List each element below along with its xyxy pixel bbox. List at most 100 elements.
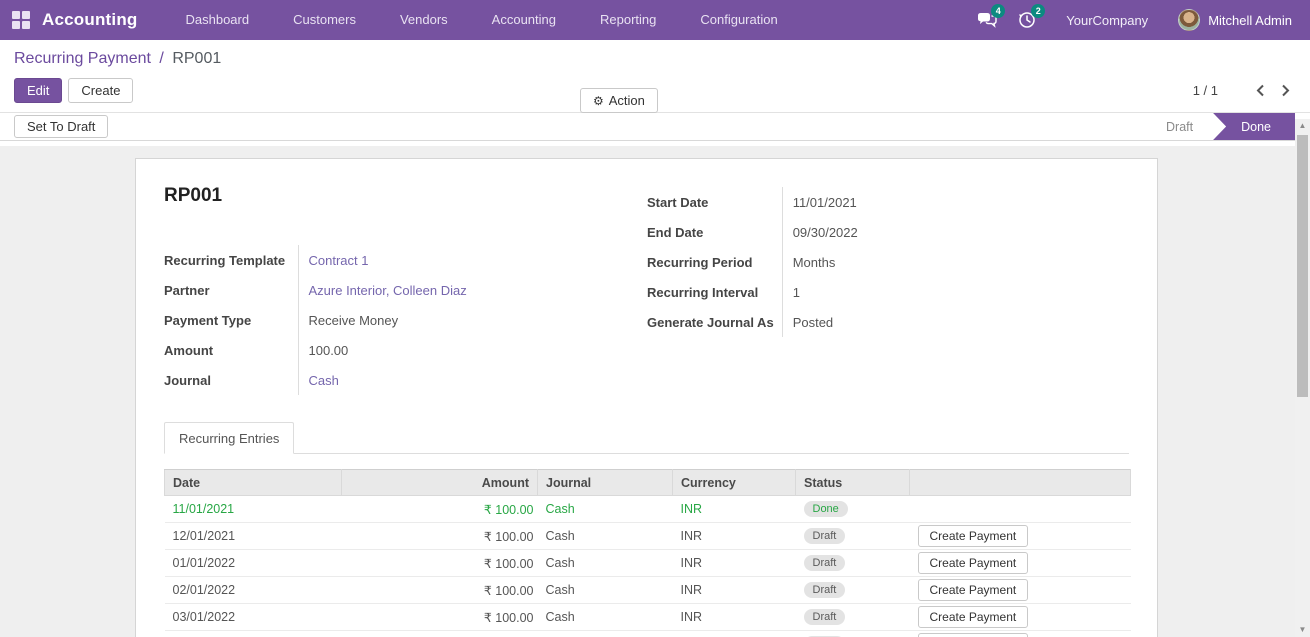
field-value-generate-journal-as: Posted: [782, 307, 858, 337]
table-row[interactable]: 03/01/2022 ₹ 100.00 Cash INR Draft Creat…: [165, 604, 1131, 631]
table-row[interactable]: 12/01/2021 ₹ 100.00 Cash INR Draft Creat…: [165, 523, 1131, 550]
chevron-right-icon: [1281, 84, 1290, 97]
cell-date[interactable]: 12/01/2021: [165, 523, 342, 550]
field-label-journal: Journal: [164, 365, 298, 395]
field-label-payment-type: Payment Type: [164, 305, 298, 335]
cell-currency[interactable]: INR: [673, 523, 796, 550]
cell-amount[interactable]: ₹ 100.00: [342, 577, 538, 604]
cell-amount[interactable]: ₹ 100.00: [342, 550, 538, 577]
pager-previous-button[interactable]: [1256, 84, 1265, 97]
cell-amount[interactable]: ₹ 100.00: [342, 496, 538, 523]
field-value-partner[interactable]: Azure Interior, Colleen Diaz: [309, 283, 467, 298]
cell-journal[interactable]: Cash: [538, 631, 673, 637]
nav-item-accounting[interactable]: Accounting: [470, 0, 578, 40]
stage-done: Done: [1213, 113, 1295, 140]
create-payment-button[interactable]: Create Payment: [918, 525, 1029, 547]
nav-item-dashboard[interactable]: Dashboard: [164, 0, 272, 40]
cell-status: Draft: [796, 631, 910, 637]
stage-draft[interactable]: Draft: [1146, 113, 1213, 140]
action-menu-button[interactable]: ⚙ Action: [580, 88, 658, 113]
nav-item-reporting[interactable]: Reporting: [578, 0, 678, 40]
status-badge: Done: [804, 501, 848, 517]
field-value-amount: 100.00: [298, 335, 467, 365]
field-label-partner: Partner: [164, 275, 298, 305]
set-to-draft-button[interactable]: Set To Draft: [14, 115, 108, 138]
nav-item-customers[interactable]: Customers: [271, 0, 378, 40]
cell-journal[interactable]: Cash: [538, 577, 673, 604]
cell-status: Draft: [796, 577, 910, 604]
vertical-scrollbar[interactable]: ▲ ▼: [1295, 119, 1310, 637]
column-header-status[interactable]: Status: [796, 470, 910, 496]
cell-date[interactable]: 01/01/2022: [165, 550, 342, 577]
create-payment-button[interactable]: Create Payment: [918, 552, 1029, 574]
field-label-start-date: Start Date: [647, 187, 782, 217]
edit-button[interactable]: Edit: [14, 78, 62, 103]
top-navbar: Accounting Dashboard Customers Vendors A…: [0, 0, 1310, 40]
cell-date[interactable]: 02/01/2022: [165, 577, 342, 604]
apps-grid-icon[interactable]: [12, 11, 30, 29]
scrollbar-down-arrow-icon[interactable]: ▼: [1295, 623, 1310, 637]
column-header-date[interactable]: Date: [165, 470, 342, 496]
status-badge: Draft: [804, 582, 846, 598]
user-avatar[interactable]: [1178, 9, 1200, 31]
create-payment-button[interactable]: Create Payment: [918, 633, 1029, 637]
scrollbar-thumb[interactable]: [1297, 135, 1308, 397]
cell-journal[interactable]: Cash: [538, 496, 673, 523]
breadcrumb-parent-link[interactable]: Recurring Payment: [14, 50, 151, 67]
cell-amount[interactable]: ₹ 100.00: [342, 631, 538, 637]
table-row[interactable]: 04/01/2022 ₹ 100.00 Cash INR Draft Creat…: [165, 631, 1131, 637]
cell-status: Draft: [796, 550, 910, 577]
cell-date[interactable]: 04/01/2022: [165, 631, 342, 637]
activities-icon[interactable]: 2: [1016, 9, 1038, 31]
table-row[interactable]: 02/01/2022 ₹ 100.00 Cash INR Draft Creat…: [165, 577, 1131, 604]
column-header-currency[interactable]: Currency: [673, 470, 796, 496]
cell-amount[interactable]: ₹ 100.00: [342, 523, 538, 550]
notebook-tabs: Recurring Entries: [164, 421, 1129, 454]
cell-action: Create Payment: [910, 550, 1131, 577]
create-payment-button[interactable]: Create Payment: [918, 579, 1029, 601]
column-header-amount[interactable]: Amount: [342, 470, 538, 496]
cell-action: [910, 496, 1131, 523]
cell-journal[interactable]: Cash: [538, 604, 673, 631]
chevron-left-icon: [1256, 84, 1265, 97]
table-header-row: Date Amount Journal Currency Status: [165, 470, 1131, 496]
breadcrumb-current: RP001: [172, 50, 221, 67]
cell-journal[interactable]: Cash: [538, 550, 673, 577]
nav-item-configuration[interactable]: Configuration: [678, 0, 799, 40]
cell-currency[interactable]: INR: [673, 631, 796, 637]
form-view-content: RP001 Recurring Template Contract 1 Part…: [0, 146, 1310, 637]
column-header-journal[interactable]: Journal: [538, 470, 673, 496]
right-field-group: Start Date 11/01/2021 End Date 09/30/202…: [647, 187, 858, 337]
cell-amount[interactable]: ₹ 100.00: [342, 604, 538, 631]
column-header-action: [910, 470, 1131, 496]
cell-currency[interactable]: INR: [673, 604, 796, 631]
cell-currency[interactable]: INR: [673, 577, 796, 604]
cell-action: Create Payment: [910, 631, 1131, 637]
company-switcher[interactable]: YourCompany: [1066, 13, 1148, 28]
messages-count-badge: 4: [991, 4, 1005, 18]
pager-next-button[interactable]: [1281, 84, 1290, 97]
field-value-recurring-period: Months: [782, 247, 858, 277]
field-value-recurring-template[interactable]: Contract 1: [309, 253, 369, 268]
messages-icon[interactable]: 4: [976, 9, 998, 31]
cell-journal[interactable]: Cash: [538, 523, 673, 550]
status-badge: Draft: [804, 555, 846, 571]
field-label-recurring-template: Recurring Template: [164, 245, 298, 275]
table-row[interactable]: 01/01/2022 ₹ 100.00 Cash INR Draft Creat…: [165, 550, 1131, 577]
user-menu[interactable]: Mitchell Admin: [1208, 13, 1292, 28]
cell-currency[interactable]: INR: [673, 496, 796, 523]
cell-action: Create Payment: [910, 604, 1131, 631]
scrollbar-up-arrow-icon[interactable]: ▲: [1295, 119, 1310, 133]
left-field-group: Recurring Template Contract 1 Partner Az…: [164, 245, 467, 395]
app-brand[interactable]: Accounting: [42, 10, 138, 30]
field-value-journal[interactable]: Cash: [309, 373, 339, 388]
cell-currency[interactable]: INR: [673, 550, 796, 577]
cell-date[interactable]: 03/01/2022: [165, 604, 342, 631]
create-payment-button[interactable]: Create Payment: [918, 606, 1029, 628]
cell-date[interactable]: 11/01/2021: [165, 496, 342, 523]
create-button[interactable]: Create: [68, 78, 133, 103]
field-label-recurring-period: Recurring Period: [647, 247, 782, 277]
table-row[interactable]: 11/01/2021 ₹ 100.00 Cash INR Done: [165, 496, 1131, 523]
tab-recurring-entries[interactable]: Recurring Entries: [164, 422, 294, 454]
nav-item-vendors[interactable]: Vendors: [378, 0, 470, 40]
